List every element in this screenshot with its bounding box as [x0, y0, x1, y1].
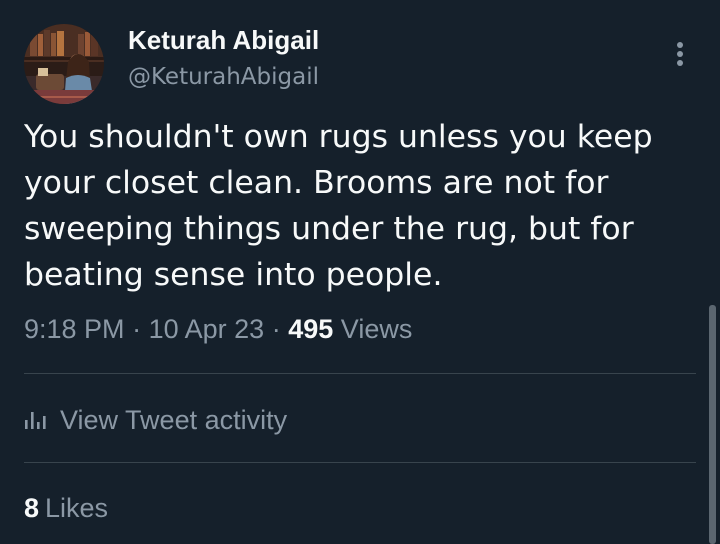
view-tweet-activity-link[interactable]: View Tweet activity [24, 400, 287, 440]
separator: · [271, 314, 281, 344]
separator: · [132, 314, 142, 344]
views-label: Views [340, 314, 413, 344]
tweet-date[interactable]: 10 Apr 23 [149, 314, 265, 344]
views-count: 495 [288, 314, 334, 344]
tweet-detail: Keturah Abigail @KeturahAbigail You shou… [0, 0, 720, 544]
likes-label: Likes [45, 493, 109, 523]
more-options-button[interactable] [666, 36, 694, 72]
tweet-time[interactable]: 9:18 PM [24, 314, 125, 344]
author-handle[interactable]: @KeturahAbigail [128, 62, 319, 92]
tweet-metadata: 9:18 PM · 10 Apr 23 · 495 Views [24, 311, 412, 347]
likes-link[interactable]: 8 Likes [24, 490, 108, 526]
scrollbar[interactable] [709, 305, 716, 544]
divider [24, 373, 696, 374]
avatar[interactable] [24, 24, 104, 104]
tweet-text-line: sweeping things under the rug, but for [24, 211, 634, 247]
tweet-text: You shouldn't own rugs unless you keep y… [24, 114, 694, 298]
bar-chart-icon [25, 412, 46, 429]
divider [24, 462, 696, 463]
more-vertical-icon [677, 42, 683, 48]
view-tweet-activity-label: View Tweet activity [60, 404, 288, 435]
tweet-text-line: You shouldn't own rugs unless you keep [24, 119, 653, 155]
tweet-text-line: beating sense into people. [24, 257, 443, 293]
author-display-name[interactable]: Keturah Abigail [128, 24, 319, 56]
likes-count: 8 [24, 493, 40, 523]
tweet-text-line: your closet clean. Brooms are not for [24, 165, 609, 201]
